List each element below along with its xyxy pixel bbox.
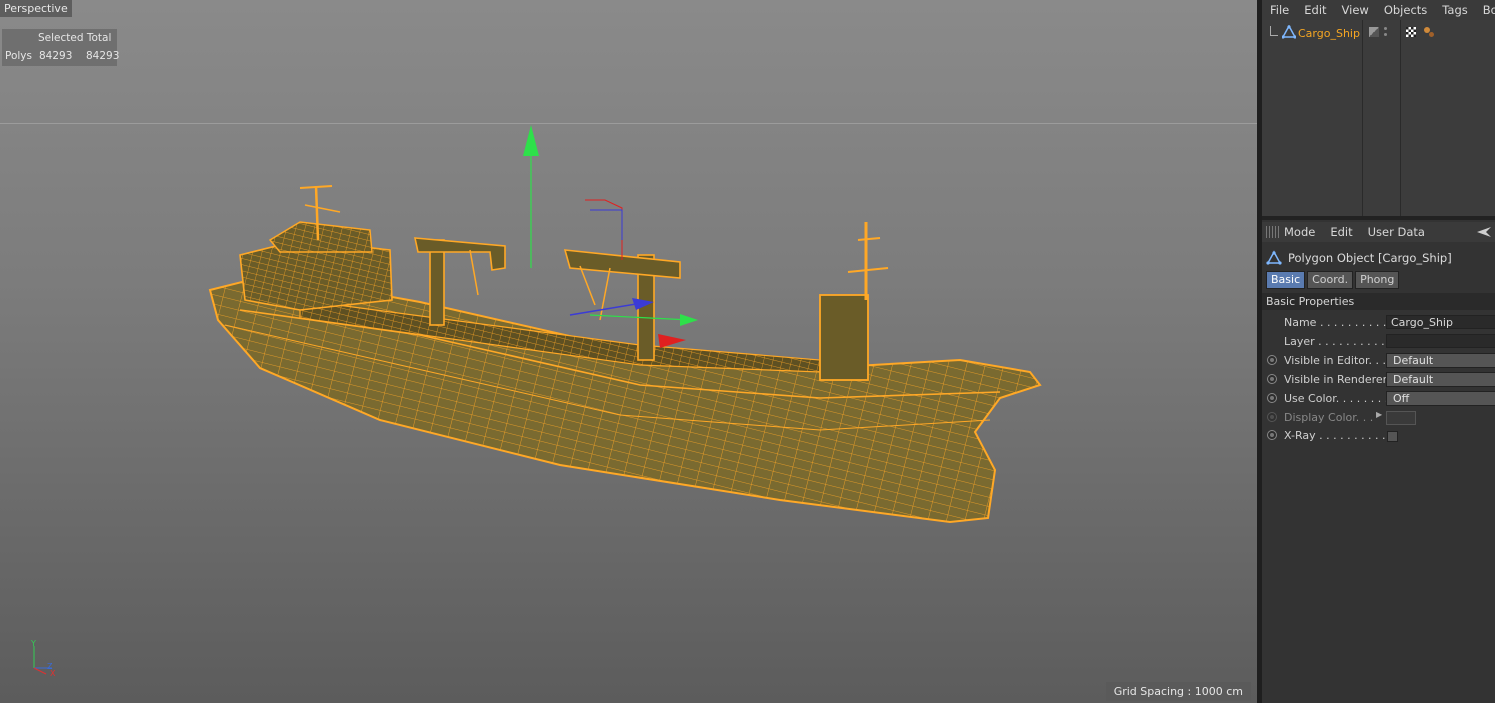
property-layer-label: Layer . . . . . . . . . . . xyxy=(1284,335,1392,348)
object-list[interactable]: Cargo_Ship xyxy=(1262,20,1495,216)
property-visible-in-renderer: Visible in Renderer Default xyxy=(1262,371,1495,389)
layer-icon[interactable] xyxy=(1369,27,1379,37)
object-row-cargo-ship[interactable]: Cargo_Ship xyxy=(1262,23,1495,43)
menu-edit[interactable]: Edit xyxy=(1304,3,1326,17)
column-separator xyxy=(1362,20,1363,216)
menu-user-data[interactable]: User Data xyxy=(1368,225,1425,239)
xray-checkbox[interactable] xyxy=(1387,431,1398,442)
grip-icon[interactable] xyxy=(1266,226,1280,238)
column-separator xyxy=(1400,20,1401,216)
menu-objects[interactable]: Objects xyxy=(1384,3,1427,17)
property-name-label: Name . . . . . . . . . . . xyxy=(1284,316,1394,329)
visible-in-renderer-dropdown[interactable]: Default xyxy=(1386,372,1495,387)
menu-edit[interactable]: Edit xyxy=(1330,225,1352,239)
grid-spacing-label: Grid Spacing : 1000 cm xyxy=(1105,682,1251,701)
axis-x-label: X xyxy=(50,669,56,678)
property-use-color-label: Use Color. . . . . . . . xyxy=(1284,392,1389,405)
world-axis-indicator: Y Z X xyxy=(30,639,56,678)
attribute-manager-menubar: Mode Edit User Data xyxy=(1262,222,1495,242)
animate-radio[interactable] xyxy=(1267,393,1277,403)
tab-basic[interactable]: Basic xyxy=(1266,271,1306,289)
material-tag-icon[interactable] xyxy=(1429,32,1434,37)
attribute-manager: Mode Edit User Data Polygon Object [Carg… xyxy=(1262,220,1495,703)
back-arrow-icon[interactable] xyxy=(1477,227,1491,237)
ship-model[interactable] xyxy=(0,0,1257,703)
attribute-title-text: Polygon Object [Cargo_Ship] xyxy=(1288,251,1452,265)
name-input[interactable]: Cargo_Ship xyxy=(1386,315,1495,329)
animate-radio[interactable] xyxy=(1267,430,1277,440)
property-display-color: Display Color. . . ▶ xyxy=(1262,409,1495,427)
property-visible-in-editor: Visible in Editor. . . Default xyxy=(1262,352,1495,370)
expand-arrow-icon[interactable]: ▶ xyxy=(1376,410,1382,419)
tab-phong[interactable]: Phong xyxy=(1355,271,1400,289)
tab-coord[interactable]: Coord. xyxy=(1307,271,1354,289)
use-color-dropdown[interactable]: Off xyxy=(1386,391,1495,406)
animate-radio[interactable] xyxy=(1267,355,1277,365)
texture-tag-icon[interactable] xyxy=(1406,27,1416,37)
property-display-color-label: Display Color. . . xyxy=(1284,411,1374,424)
property-name: Name . . . . . . . . . . . Cargo_Ship xyxy=(1262,314,1495,332)
property-visible-editor-label: Visible in Editor. . . xyxy=(1284,354,1386,367)
3d-viewport[interactable]: Perspective Selected Total Polys 84293 8… xyxy=(0,0,1257,703)
object-manager: File Edit View Objects Tags Bo Cargo_Shi… xyxy=(1262,0,1495,216)
transform-gizmo[interactable] xyxy=(523,125,698,348)
editor-visibility-dot[interactable] xyxy=(1384,27,1387,30)
visible-in-editor-dropdown[interactable]: Default xyxy=(1386,353,1495,368)
right-panel: File Edit View Objects Tags Bo Cargo_Shi… xyxy=(1262,0,1495,703)
property-xray: X-Ray . . . . . . . . . . . xyxy=(1262,427,1495,445)
property-use-color: Use Color. . . . . . . . Off xyxy=(1262,390,1495,408)
menu-tags[interactable]: Tags xyxy=(1442,3,1467,17)
layer-field[interactable] xyxy=(1386,334,1495,348)
attribute-title: Polygon Object [Cargo_Ship] xyxy=(1266,248,1452,268)
menu-view[interactable]: View xyxy=(1342,3,1369,17)
object-name[interactable]: Cargo_Ship xyxy=(1298,27,1360,40)
display-color-swatch xyxy=(1386,411,1416,425)
animate-radio[interactable] xyxy=(1267,374,1277,384)
menu-bookmarks[interactable]: Bo xyxy=(1483,3,1495,17)
object-manager-menubar: File Edit View Objects Tags Bo xyxy=(1262,0,1495,20)
axis-y-label: Y xyxy=(30,639,36,648)
property-visible-renderer-label: Visible in Renderer xyxy=(1284,373,1388,386)
section-basic-properties: Basic Properties xyxy=(1262,293,1495,310)
polygon-object-icon xyxy=(1266,250,1282,265)
polygon-object-icon xyxy=(1282,25,1296,39)
menu-mode[interactable]: Mode xyxy=(1284,225,1315,239)
render-visibility-dot[interactable] xyxy=(1384,33,1387,36)
tree-branch-line xyxy=(1270,26,1278,36)
attribute-tabs: Basic Coord. Phong xyxy=(1266,271,1401,289)
menu-file[interactable]: File xyxy=(1270,3,1289,17)
animate-radio xyxy=(1267,412,1277,422)
property-layer: Layer . . . . . . . . . . . xyxy=(1262,333,1495,351)
property-xray-label: X-Ray . . . . . . . . . . . xyxy=(1284,429,1393,442)
ship-superstructure[interactable] xyxy=(239,185,393,311)
